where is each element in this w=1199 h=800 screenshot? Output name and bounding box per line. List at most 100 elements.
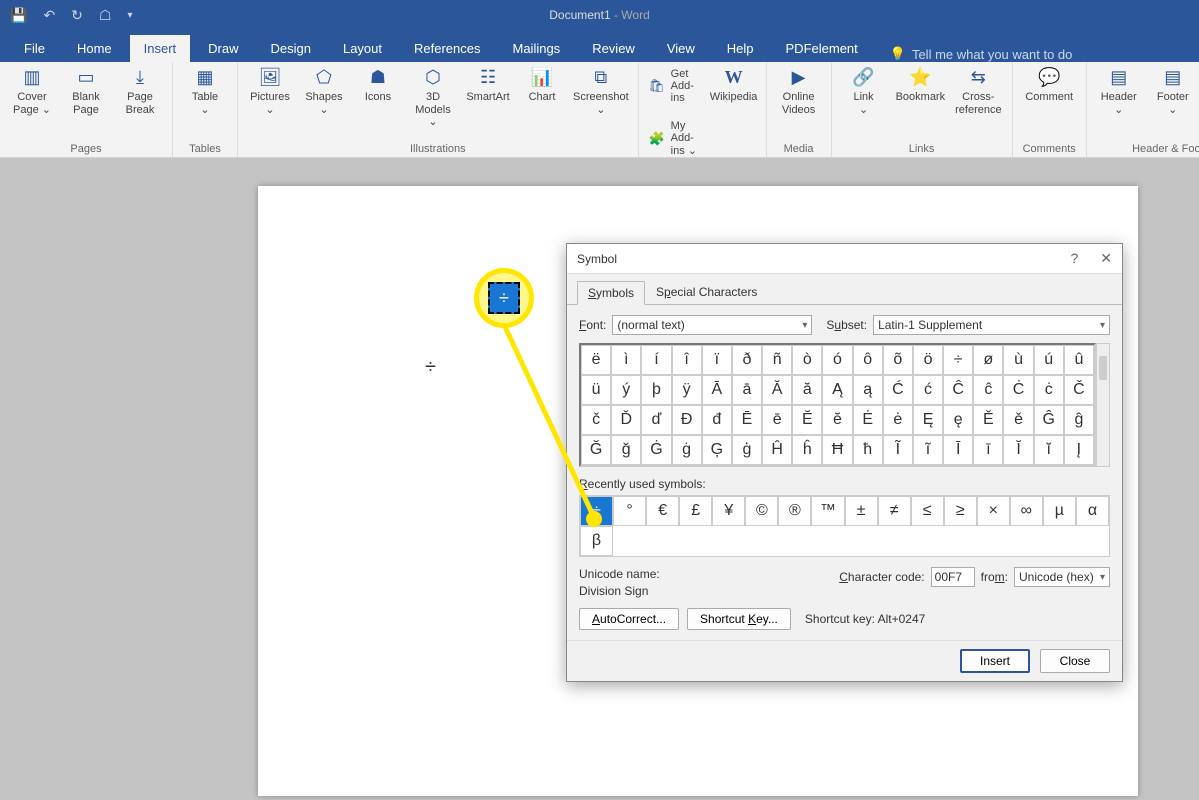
from-select[interactable]: Unicode (hex) ▾ — [1014, 567, 1110, 587]
comment-button[interactable]: 💬Comment — [1025, 66, 1073, 104]
symbol-cell[interactable]: ę — [943, 405, 973, 435]
symbol-cell[interactable]: õ — [883, 345, 913, 375]
symbol-cell[interactable]: ì — [611, 345, 641, 375]
bookmark-button[interactable]: ⭐Bookmark — [896, 66, 946, 104]
symbol-cell[interactable]: Ĩ — [883, 435, 913, 465]
dialog-titlebar[interactable]: Symbol ? ✕ — [567, 244, 1122, 274]
symbol-cell[interactable]: ĕ — [822, 405, 852, 435]
screenshot-button[interactable]: ⧉Screenshot ⌄ — [574, 66, 628, 116]
symbol-cell[interactable]: Ġ — [641, 435, 671, 465]
symbol-cell[interactable]: þ — [641, 375, 671, 405]
tab-pdfelement[interactable]: PDFelement — [772, 35, 872, 62]
symbol-cell[interactable]: ġ — [672, 435, 702, 465]
table-button[interactable]: ▦Table ⌄ — [183, 66, 227, 116]
symbol-cell[interactable]: Ē — [732, 405, 762, 435]
symbol-cell[interactable]: Ĥ — [762, 435, 792, 465]
tab-special-characters[interactable]: Special Characters — [645, 280, 768, 304]
symbol-cell[interactable]: ė — [883, 405, 913, 435]
symbol-cell[interactable]: Ğ — [581, 435, 611, 465]
symbol-cell[interactable]: ď — [641, 405, 671, 435]
recent-symbol-cell[interactable]: ® — [778, 496, 811, 526]
subset-select[interactable]: Latin-1 Supplement ▾ — [873, 315, 1110, 335]
online-videos-button[interactable]: ▶Online Videos — [777, 66, 821, 116]
symbol-cell[interactable]: č — [581, 405, 611, 435]
symbol-cell[interactable]: Ċ — [1003, 375, 1033, 405]
symbol-cell[interactable]: ē — [762, 405, 792, 435]
symbol-cell[interactable]: Ă — [762, 375, 792, 405]
recent-symbol-cell[interactable]: × — [977, 496, 1010, 526]
symbol-cell[interactable]: ö — [913, 345, 943, 375]
symbol-cell[interactable]: ý — [611, 375, 641, 405]
pictures-button[interactable]: 🖼Pictures ⌄ — [248, 66, 292, 116]
recent-symbol-cell[interactable]: © — [745, 496, 778, 526]
symbol-cell[interactable]: Ę — [913, 405, 943, 435]
grid-scrollbar[interactable] — [1096, 343, 1110, 467]
recent-symbol-cell[interactable]: ¥ — [712, 496, 745, 526]
my-addins-button[interactable]: 🧩My Add-ins ⌄ — [649, 118, 698, 159]
tell-me-search[interactable]: 💡 Tell me what you want to do — [890, 46, 1073, 62]
insert-button[interactable]: Insert — [960, 649, 1030, 673]
symbol-cell[interactable]: Ĉ — [943, 375, 973, 405]
tab-file[interactable]: File — [10, 35, 59, 62]
symbol-cell[interactable]: ĭ — [1034, 435, 1064, 465]
recent-symbol-cell[interactable]: ∞ — [1010, 496, 1043, 526]
recent-symbol-cell[interactable]: µ — [1043, 496, 1076, 526]
symbol-cell[interactable]: ħ — [853, 435, 883, 465]
header-button[interactable]: ▤Header ⌄ — [1097, 66, 1141, 116]
symbol-cell[interactable]: Ĝ — [1034, 405, 1064, 435]
tab-mailings[interactable]: Mailings — [499, 35, 575, 62]
recent-symbol-cell[interactable]: α — [1076, 496, 1109, 526]
recent-symbol-cell[interactable]: β — [580, 526, 613, 556]
symbol-cell[interactable]: ù — [1003, 345, 1033, 375]
symbol-cell[interactable]: î — [672, 345, 702, 375]
symbol-cell[interactable]: ċ — [1034, 375, 1064, 405]
tab-design[interactable]: Design — [257, 35, 325, 62]
symbol-cell[interactable]: ģ — [732, 435, 762, 465]
symbol-cell[interactable]: ø — [973, 345, 1003, 375]
close-icon[interactable]: ✕ — [1100, 250, 1112, 267]
symbol-cell[interactable]: ğ — [611, 435, 641, 465]
symbol-cell[interactable]: Ģ — [702, 435, 732, 465]
symbol-cell[interactable]: Č — [1064, 375, 1094, 405]
tab-review[interactable]: Review — [578, 35, 649, 62]
symbol-cell[interactable]: ą — [853, 375, 883, 405]
recent-symbol-cell[interactable]: € — [646, 496, 679, 526]
wikipedia-button[interactable]: WWikipedia — [712, 66, 756, 104]
symbol-cell[interactable]: Ĕ — [792, 405, 822, 435]
recent-symbol-cell[interactable]: ≤ — [911, 496, 944, 526]
3d-models-button[interactable]: ⬡3D Models ⌄ — [410, 66, 456, 129]
tab-help[interactable]: Help — [713, 35, 768, 62]
font-select[interactable]: (normal text) ▾ — [612, 315, 812, 335]
symbol-cell[interactable]: ë — [581, 345, 611, 375]
symbol-cell[interactable]: Ĭ — [1003, 435, 1033, 465]
touch-mode-icon[interactable]: ☖ — [99, 7, 112, 24]
symbol-cell[interactable]: Į — [1064, 435, 1094, 465]
redo-icon[interactable]: ↻ — [71, 7, 83, 24]
recent-symbol-cell[interactable]: £ — [679, 496, 712, 526]
help-icon[interactable]: ? — [1070, 250, 1078, 267]
shortcut-key-button[interactable]: Shortcut Key... — [687, 608, 791, 630]
symbol-cell[interactable]: Ħ — [822, 435, 852, 465]
symbol-cell[interactable]: û — [1064, 345, 1094, 375]
symbol-cell[interactable]: ÷ — [943, 345, 973, 375]
cover-page-button[interactable]: ▥Cover Page ⌄ — [10, 66, 54, 116]
scroll-thumb[interactable] — [1099, 356, 1107, 380]
symbol-cell[interactable]: ï — [702, 345, 732, 375]
get-addins-button[interactable]: 🛍Get Add-ins — [649, 66, 698, 106]
symbol-cell[interactable]: ā — [732, 375, 762, 405]
tab-symbols[interactable]: Symbols — [577, 281, 645, 305]
symbol-cell[interactable]: Ć — [883, 375, 913, 405]
symbol-cell[interactable]: Ď — [611, 405, 641, 435]
symbol-cell[interactable]: ð — [732, 345, 762, 375]
link-button[interactable]: 🔗Link ⌄ — [842, 66, 886, 116]
cross-reference-button[interactable]: ⇆Cross- reference — [955, 66, 1001, 116]
symbol-cell[interactable]: ô — [853, 345, 883, 375]
symbol-cell[interactable]: ă — [792, 375, 822, 405]
tab-view[interactable]: View — [653, 35, 709, 62]
charcode-input[interactable]: 00F7 — [931, 567, 975, 587]
tab-draw[interactable]: Draw — [194, 35, 252, 62]
page-break-button[interactable]: ⤓Page Break — [118, 66, 162, 116]
tab-references[interactable]: References — [400, 35, 494, 62]
symbol-cell[interactable]: đ — [702, 405, 732, 435]
symbol-cell[interactable]: ĥ — [792, 435, 822, 465]
